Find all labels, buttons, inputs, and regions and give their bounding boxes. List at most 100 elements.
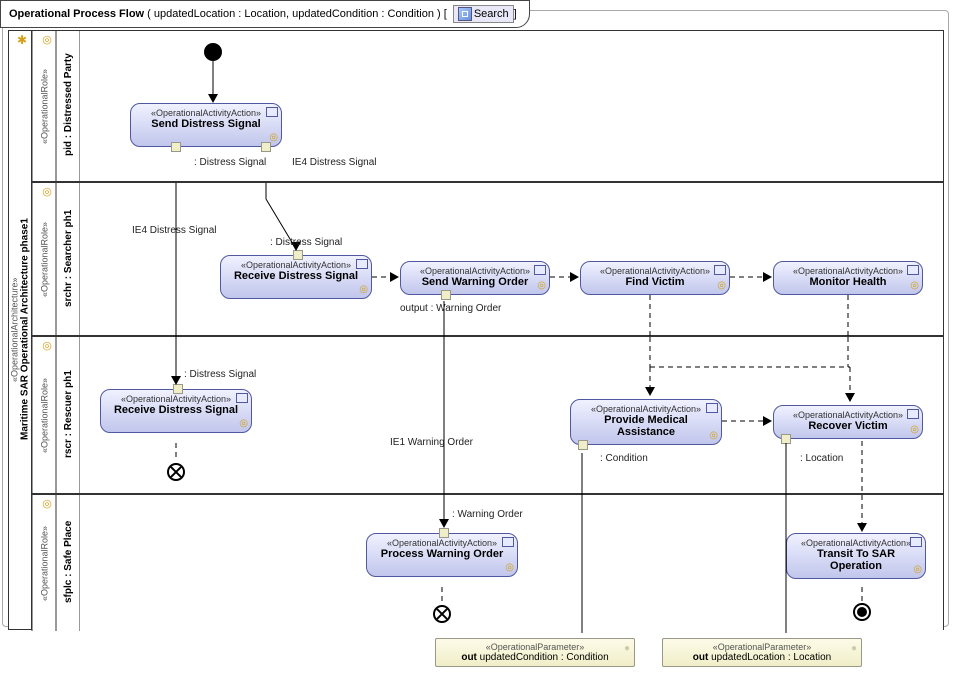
frame-tab: Operational Process Flow ( updatedLocati… bbox=[0, 0, 530, 28]
edge-label: IE4 Distress Signal bbox=[132, 225, 216, 236]
lane1-body: «OperationalActivityAction» Send Distres… bbox=[80, 31, 943, 181]
arrowhead-icon bbox=[763, 416, 772, 426]
lane2-name: srchr : Searcher ph1 bbox=[62, 209, 73, 306]
corner-icon bbox=[502, 537, 514, 547]
pin bbox=[173, 384, 183, 394]
lane-rescuer: ◎ «OperationalRole» rscr : Rescuer ph1 «… bbox=[32, 335, 943, 493]
lane-distressed-party: ◎ «OperationalRole» pid : Distressed Par… bbox=[32, 31, 943, 181]
corner-icon bbox=[706, 403, 718, 413]
outer-partition-header[interactable]: ✱ «OperationalArchitecture» Maritime SAR… bbox=[8, 30, 32, 630]
act-stereo: «OperationalActivityAction» bbox=[107, 394, 245, 404]
outer-stereo: «OperationalArchitecture» bbox=[10, 218, 20, 442]
pin bbox=[578, 440, 588, 450]
act-stereo: «OperationalActivityAction» bbox=[587, 266, 723, 276]
lane4-name: sfplc : Safe Place bbox=[62, 521, 73, 603]
act-stereo: «OperationalActivityAction» bbox=[780, 266, 916, 276]
param-dot-icon: ● bbox=[851, 643, 857, 654]
act-stereo: «OperationalActivityAction» bbox=[137, 108, 275, 118]
act-name: Monitor Health bbox=[780, 276, 916, 288]
pin bbox=[781, 434, 791, 444]
lane3-name: rscr : Rescuer ph1 bbox=[62, 370, 73, 458]
lane3-header-right[interactable]: rscr : Rescuer ph1 bbox=[56, 337, 81, 493]
flow-final-node[interactable] bbox=[167, 463, 185, 481]
dot-icon: ◎ bbox=[709, 430, 718, 441]
role-icon: ◎ bbox=[41, 497, 54, 510]
frame-title: Operational Process Flow bbox=[9, 8, 144, 20]
arrowhead-icon bbox=[171, 376, 181, 385]
dot-icon: ◎ bbox=[913, 564, 922, 575]
outer-name: Maritime SAR Operational Architecture ph… bbox=[20, 218, 31, 440]
search-icon bbox=[458, 7, 472, 21]
activity-final-node[interactable] bbox=[853, 603, 871, 621]
act-name: Transit To SAR Operation bbox=[793, 548, 919, 572]
corner-icon bbox=[714, 265, 726, 275]
action-recover-victim[interactable]: «OperationalActivityAction» Recover Vict… bbox=[773, 405, 923, 439]
edge-label: : Distress Signal bbox=[270, 237, 342, 248]
edge-label: : Distress Signal bbox=[184, 369, 256, 380]
param-updated-location[interactable]: «OperationalParameter» out out updatedLo… bbox=[662, 638, 862, 667]
act-name: Send Distress Signal bbox=[137, 118, 275, 130]
action-receive-distress-rescuer[interactable]: «OperationalActivityAction» Receive Dist… bbox=[100, 389, 252, 433]
action-receive-distress-searcher[interactable]: «OperationalActivityAction» Receive Dist… bbox=[220, 255, 372, 299]
edge-label: : Distress Signal bbox=[194, 157, 266, 168]
param-stereo: «OperationalParameter» bbox=[442, 642, 628, 652]
pin bbox=[261, 142, 271, 152]
edge-label: : Warning Order bbox=[452, 509, 523, 520]
act-name: Recover Victim bbox=[780, 420, 916, 432]
lane2-stereo: «OperationalRole» bbox=[39, 221, 49, 296]
flow-final-node-2[interactable] bbox=[433, 605, 451, 623]
act-stereo: «OperationalActivityAction» bbox=[577, 404, 715, 414]
lane1-header-left[interactable]: ◎ «OperationalRole» bbox=[32, 31, 56, 181]
arrowhead-icon bbox=[439, 519, 449, 528]
corner-icon bbox=[910, 537, 922, 547]
action-find-victim[interactable]: «OperationalActivityAction» Find Victim … bbox=[580, 261, 730, 295]
lane4-header-left[interactable]: ◎ «OperationalRole» bbox=[32, 495, 56, 631]
lane4-body: «OperationalActivityAction» Process Warn… bbox=[80, 495, 943, 631]
corner-icon bbox=[907, 409, 919, 419]
corner-icon bbox=[266, 107, 278, 117]
action-send-distress[interactable]: «OperationalActivityAction» Send Distres… bbox=[130, 103, 282, 147]
initial-node[interactable] bbox=[204, 43, 222, 61]
lane1-header-right[interactable]: pid : Distressed Party bbox=[56, 31, 81, 181]
act-stereo: «OperationalActivityAction» bbox=[227, 260, 365, 270]
act-name: Receive Distress Signal bbox=[227, 270, 365, 282]
lane3-body: «OperationalActivityAction» Receive Dist… bbox=[80, 337, 943, 493]
dot-icon: ◎ bbox=[717, 280, 726, 291]
dot-icon: ◎ bbox=[359, 284, 368, 295]
act-name: Find Victim bbox=[587, 276, 723, 288]
action-send-warning[interactable]: «OperationalActivityAction» Send Warning… bbox=[400, 261, 550, 295]
arrowhead-icon bbox=[570, 272, 579, 282]
edge-label: : Location bbox=[800, 453, 843, 464]
act-name: Provide Medical Assistance bbox=[577, 414, 715, 438]
outer-partition: ✱ «OperationalArchitecture» Maritime SAR… bbox=[8, 30, 944, 630]
action-provide-medical[interactable]: «OperationalActivityAction» Provide Medi… bbox=[570, 399, 722, 445]
corner-icon bbox=[236, 393, 248, 403]
lane4-header-right[interactable]: sfplc : Safe Place bbox=[56, 495, 81, 631]
action-monitor-health[interactable]: «OperationalActivityAction» Monitor Heal… bbox=[773, 261, 923, 295]
dot-icon: ◎ bbox=[537, 280, 546, 291]
action-process-warning[interactable]: «OperationalActivityAction» Process Warn… bbox=[366, 533, 518, 577]
lane1-stereo: «OperationalRole» bbox=[39, 68, 49, 143]
param-updated-condition[interactable]: «OperationalParameter» out out updatedCo… bbox=[435, 638, 635, 667]
lane2-header-left[interactable]: ◎ «OperationalRole» bbox=[32, 183, 56, 335]
param-stereo: «OperationalParameter» bbox=[669, 642, 855, 652]
corner-icon bbox=[907, 265, 919, 275]
frame-params: ( updatedLocation : Location, updatedCon… bbox=[144, 8, 447, 20]
act-name: Receive Distress Signal bbox=[107, 404, 245, 416]
lane1-name: pid : Distressed Party bbox=[62, 54, 73, 157]
role-icon: ◎ bbox=[41, 339, 54, 352]
param-dot-icon: ● bbox=[624, 643, 630, 654]
lane3-header-left[interactable]: ◎ «OperationalRole» bbox=[32, 337, 56, 493]
dot-icon: ◎ bbox=[239, 418, 248, 429]
dot-icon: ◎ bbox=[505, 562, 514, 573]
pin bbox=[439, 528, 449, 538]
action-transit-sar[interactable]: «OperationalActivityAction» Transit To S… bbox=[786, 533, 926, 579]
edge-label: : Condition bbox=[600, 453, 648, 464]
arrowhead-icon bbox=[390, 272, 399, 282]
search-label: Search bbox=[474, 8, 509, 20]
arrowhead-icon bbox=[645, 387, 655, 396]
search-button[interactable]: Search bbox=[453, 5, 514, 23]
lane2-header-right[interactable]: srchr : Searcher ph1 bbox=[56, 183, 81, 335]
pin bbox=[171, 142, 181, 152]
lane4-stereo: «OperationalRole» bbox=[39, 525, 49, 600]
